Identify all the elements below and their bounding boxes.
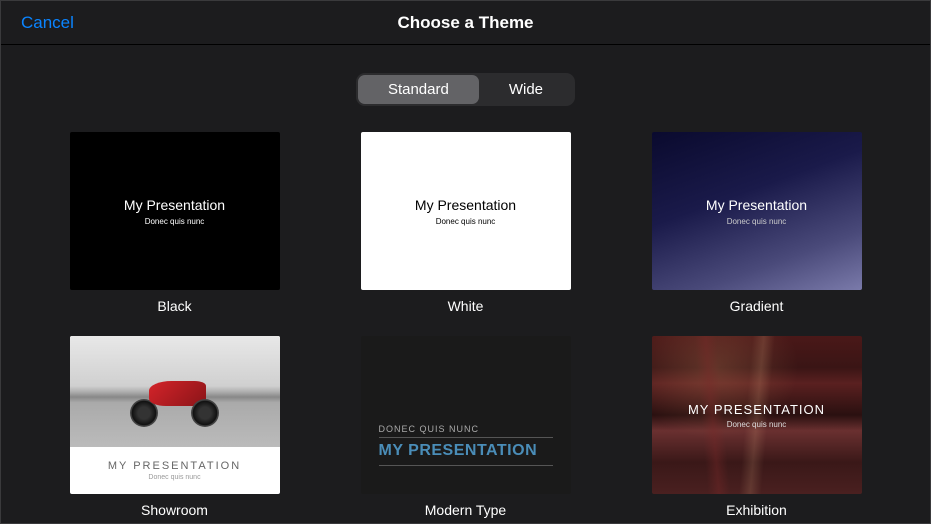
theme-label: White (448, 298, 484, 314)
page-title: Choose a Theme (397, 13, 533, 33)
sample-title: MY PRESENTATION (379, 442, 553, 466)
sample-subtitle: Donec quis nunc (727, 217, 787, 226)
sample-title: My Presentation (124, 197, 225, 213)
sample-subtitle: Donec quis nunc (148, 474, 200, 481)
theme-label: Exhibition (726, 502, 787, 518)
theme-label: Showroom (141, 502, 208, 518)
cancel-button[interactable]: Cancel (21, 13, 74, 33)
showroom-image (70, 336, 280, 447)
sample-subtitle: Donec quis nunc (727, 420, 787, 429)
sample-title: MY PRESENTATION (108, 460, 241, 472)
theme-exhibition[interactable]: MY PRESENTATION Donec quis nunc Exhibiti… (631, 336, 882, 518)
theme-thumbnail: MY PRESENTATION Donec quis nunc (652, 336, 862, 494)
segment-wrap: Standard Wide (356, 73, 575, 106)
segment-wide[interactable]: Wide (479, 75, 573, 104)
theme-thumbnail: My Presentation Donec quis nunc (652, 132, 862, 290)
sample-title: My Presentation (706, 197, 807, 213)
theme-gradient[interactable]: My Presentation Donec quis nunc Gradient (631, 132, 882, 314)
sample-title: MY PRESENTATION (688, 402, 825, 417)
showroom-text: MY PRESENTATION Donec quis nunc (70, 447, 280, 494)
motorcycle-icon (112, 369, 238, 430)
theme-label: Black (157, 298, 191, 314)
theme-label: Modern Type (425, 502, 506, 518)
aspect-ratio-segmented-control: Standard Wide (1, 73, 930, 106)
theme-thumbnail: DONEC QUIS NUNC MY PRESENTATION (361, 336, 571, 494)
theme-white[interactable]: My Presentation Donec quis nunc White (340, 132, 591, 314)
theme-thumbnail: My Presentation Donec quis nunc (361, 132, 571, 290)
theme-thumbnail: My Presentation Donec quis nunc (70, 132, 280, 290)
sample-subtitle: Donec quis nunc (145, 217, 205, 226)
theme-label: Gradient (730, 298, 784, 314)
sample-title: My Presentation (415, 197, 516, 213)
theme-modern-type[interactable]: DONEC QUIS NUNC MY PRESENTATION Modern T… (340, 336, 591, 518)
theme-grid: My Presentation Donec quis nunc Black My… (1, 132, 930, 518)
segment-standard[interactable]: Standard (358, 75, 479, 104)
theme-black[interactable]: My Presentation Donec quis nunc Black (49, 132, 300, 314)
theme-thumbnail: MY PRESENTATION Donec quis nunc (70, 336, 280, 494)
theme-showroom[interactable]: MY PRESENTATION Donec quis nunc Showroom (49, 336, 300, 518)
header: Cancel Choose a Theme (1, 1, 930, 45)
sample-subtitle: DONEC QUIS NUNC (379, 424, 553, 438)
sample-subtitle: Donec quis nunc (436, 217, 496, 226)
